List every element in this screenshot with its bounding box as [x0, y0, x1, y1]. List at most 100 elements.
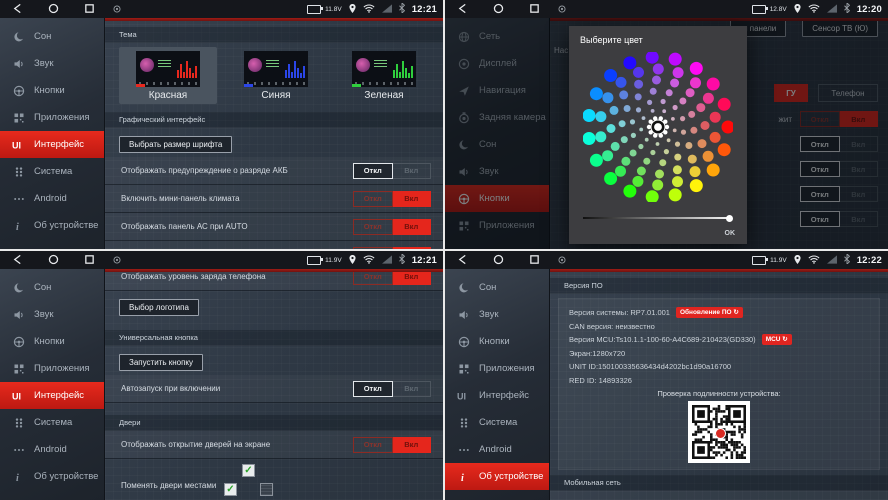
sidebar-item-apps[interactable]: Приложения [0, 104, 104, 131]
sidebar-item-speaker[interactable]: Звук [0, 301, 104, 328]
sidebar-item-system[interactable]: Система [445, 409, 549, 436]
settings-sidebar: СонЗвукКнопкиПриложенияUIИнтерфейсСистем… [445, 269, 550, 500]
sidebar-item-info[interactable]: iОб устройстве [0, 212, 104, 239]
wifi-icon [363, 0, 375, 18]
toggle-option-on[interactable]: Вкл [393, 437, 432, 453]
sidebar-item-dots[interactable]: Android [0, 185, 104, 212]
home-button[interactable] [48, 254, 59, 265]
bluetooth-icon [399, 251, 405, 269]
recents-button[interactable] [529, 254, 540, 265]
sidebar-item-apps[interactable]: Приложения [0, 355, 104, 382]
sidebar-item-dots[interactable]: Android [445, 436, 549, 463]
qr-logo-dot [715, 428, 726, 439]
screen-interface-scrolled: 11.9V 12:21 СонЗвукКнопкиПриложенияUIИнт… [0, 251, 443, 500]
sidebar-item-label: Звук [34, 58, 53, 69]
sidebar-item-info[interactable]: iОб устройстве [0, 463, 104, 490]
sidebar-item-label: Приложения [34, 112, 90, 123]
sidebar-item-steering-wheel[interactable]: Кнопки [445, 328, 549, 355]
back-button[interactable] [12, 3, 23, 14]
sidebar-item-system[interactable]: Система [0, 158, 104, 185]
location-icon [794, 0, 801, 18]
dots-icon [11, 444, 26, 456]
sidebar-item-speaker[interactable]: Звук [0, 50, 104, 77]
system-icon [11, 417, 26, 429]
toggle-option-off[interactable]: Откл [353, 381, 393, 397]
theme-preview [244, 51, 308, 87]
version-text: UNIT ID:150100335636434d4202bc1d90a16700 [569, 360, 731, 374]
sidebar-item-ui[interactable]: UIИнтерфейс [445, 382, 549, 409]
door-checkbox-top[interactable]: ✓ [242, 464, 255, 477]
screenshot-icon[interactable] [558, 5, 566, 13]
sidebar-item-ui[interactable]: UIИнтерфейс [0, 131, 104, 158]
home-button[interactable] [493, 3, 504, 14]
svg-text:UI: UI [12, 140, 21, 150]
sidebar-item-moon[interactable]: Сон [445, 274, 549, 301]
sidebar-item-speaker[interactable]: Звук [445, 301, 549, 328]
door-checkbox-right[interactable] [260, 483, 273, 496]
toggle-option-on[interactable]: Вкл [393, 191, 432, 207]
brightness-slider[interactable] [583, 217, 731, 219]
back-button[interactable] [457, 3, 468, 14]
steering-wheel-icon [11, 85, 26, 97]
sidebar-item-ui[interactable]: UIИнтерфейс [0, 382, 104, 409]
home-button[interactable] [48, 3, 59, 14]
clock-label: 12:22 [857, 255, 882, 266]
speaker-icon [11, 58, 26, 70]
toggle-option-on[interactable]: Вкл [393, 247, 432, 250]
recents-button[interactable] [84, 3, 95, 14]
update-badge[interactable]: Обновление ПО ↻ [676, 307, 743, 318]
theme-card[interactable]: Красная [119, 47, 217, 104]
sidebar-item-info[interactable]: iОб устройстве [445, 463, 549, 490]
back-button[interactable] [12, 254, 23, 265]
toggle-option-off[interactable]: Откл [353, 219, 393, 235]
recents-button[interactable] [529, 3, 540, 14]
sidebar-item-steering-wheel[interactable]: Кнопки [0, 328, 104, 355]
home-button[interactable] [493, 254, 504, 265]
toggle-option-off[interactable]: Откл [353, 163, 393, 179]
toggle-option-off[interactable]: Откл [353, 437, 393, 453]
update-badge[interactable]: MCU ↻ [762, 334, 792, 345]
color-wheel[interactable] [583, 52, 733, 207]
battery-icon [307, 5, 321, 14]
version-info-panel: Версия системы: RP7.01.001 Обновление ПО … [558, 298, 880, 470]
section-gui: Графический интерфейс [105, 112, 443, 128]
moon-icon [11, 282, 26, 294]
version-text: Экран:1280x720 [569, 347, 625, 361]
font-size-button[interactable]: Выбрать размер шрифта [119, 136, 232, 153]
toggle-option-on[interactable]: Вкл [393, 219, 432, 235]
slider-thumb[interactable] [726, 215, 733, 222]
screenshot-icon[interactable] [558, 256, 566, 264]
battery-icon [307, 256, 321, 265]
ok-button[interactable]: OK [725, 230, 736, 237]
on-off-toggle: ОтклВкл [353, 163, 431, 179]
sidebar-item-steering-wheel[interactable]: Кнопки [0, 77, 104, 104]
toggle-option-off[interactable]: Откл [353, 247, 393, 250]
run-button[interactable]: Запустить кнопку [119, 354, 203, 371]
back-button[interactable] [457, 254, 468, 265]
android-navbar: 11.9V 12:21 [0, 251, 443, 269]
sidebar-item-system[interactable]: Система [0, 409, 104, 436]
toggle-option-on[interactable]: Вкл [393, 381, 432, 397]
ui-icon: UI [11, 390, 26, 402]
sidebar-item-apps[interactable]: Приложения [445, 355, 549, 382]
version-text: Версия системы: RP7.01.001 [569, 306, 670, 320]
sidebar-item-moon[interactable]: Сон [0, 274, 104, 301]
theme-preview [352, 51, 416, 87]
sidebar-item-dots[interactable]: Android [0, 436, 104, 463]
toggle-option-on[interactable]: Вкл [393, 163, 432, 179]
recents-button[interactable] [84, 254, 95, 265]
screenshot-icon[interactable] [113, 5, 121, 13]
theme-card[interactable]: Зеленая [335, 47, 433, 104]
sidebar-item-moon[interactable]: Сон [0, 23, 104, 50]
logo-select-button[interactable]: Выбор логотипа [119, 299, 199, 316]
interface-settings-content: Отображать уровень заряда телефона ОтклВ… [105, 269, 443, 500]
version-line: Версия системы: RP7.01.001 Обновление ПО … [569, 306, 869, 320]
toggle-option-off[interactable]: Откл [353, 191, 393, 207]
svg-text:UI: UI [457, 391, 466, 401]
screenshot-icon[interactable] [113, 256, 121, 264]
theme-card[interactable]: Синяя [227, 47, 325, 104]
sidebar-item-label: Кнопки [34, 85, 65, 96]
svg-text:i: i [461, 473, 464, 483]
ui-icon: UI [456, 390, 471, 402]
door-checkbox-left[interactable]: ✓ [224, 483, 237, 496]
